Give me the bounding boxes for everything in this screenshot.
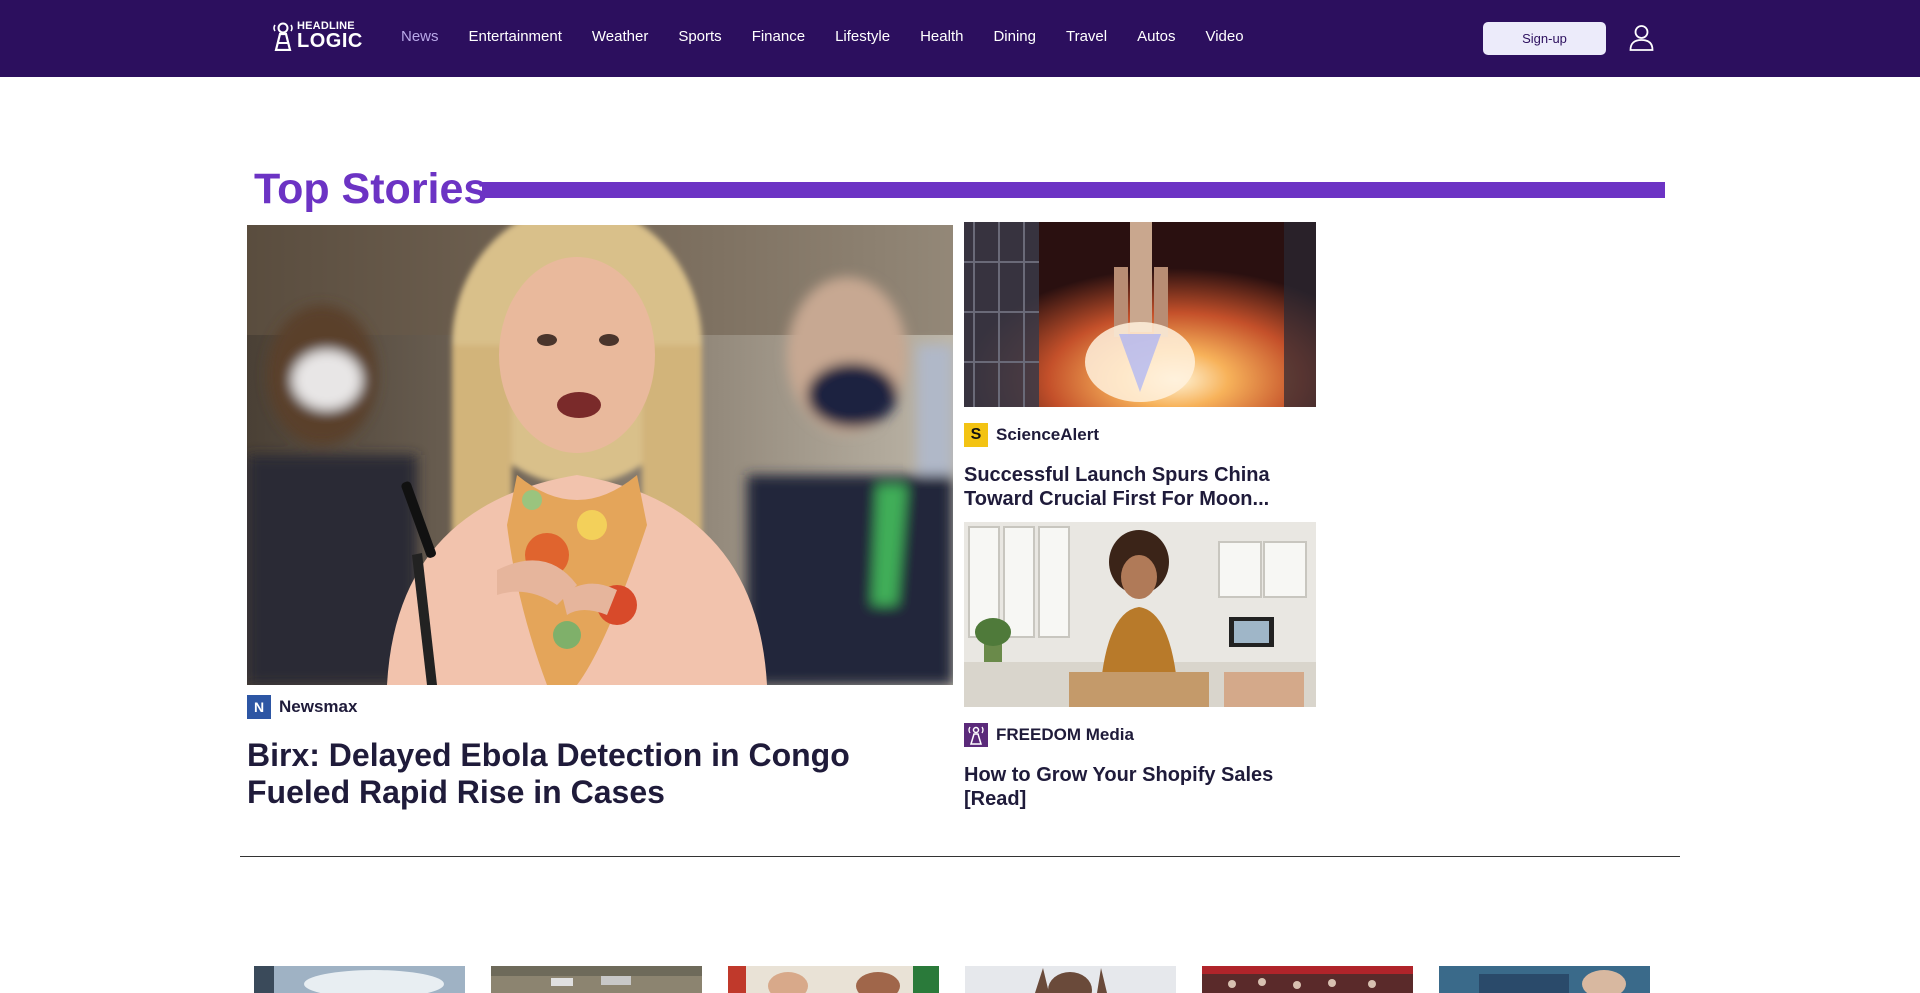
logo-text: HEADLINE LOGIC	[297, 21, 363, 52]
rocket-launch-photo	[964, 222, 1316, 407]
thumbnail-image	[1202, 966, 1413, 993]
story-thumbnail-3[interactable]	[728, 966, 939, 993]
section-divider	[240, 856, 1680, 857]
main-story-source-name: Newsmax	[279, 697, 358, 716]
nav-item-autos[interactable]: Autos	[1137, 28, 1175, 45]
nav-item-travel[interactable]: Travel	[1066, 28, 1107, 45]
story-thumbnail-2[interactable]	[491, 966, 702, 993]
lighthouse-icon	[273, 22, 293, 51]
nav-item-dining[interactable]: Dining	[993, 28, 1036, 45]
headline-logic-logo[interactable]: HEADLINE LOGIC	[272, 20, 363, 52]
thumbnail-image	[1439, 966, 1650, 993]
side-story-1-source-name: ScienceAlert	[996, 425, 1099, 444]
user-icon[interactable]	[1629, 24, 1654, 51]
thumbnail-image	[491, 966, 702, 993]
story-thumbnail-1[interactable]	[254, 966, 465, 993]
woman-packing-photo	[964, 522, 1316, 707]
side-story-1-headline[interactable]: Successful Launch Spurs China Toward Cru…	[964, 463, 1314, 511]
story-thumbnail-6[interactable]	[1439, 966, 1650, 993]
nav-item-video[interactable]: Video	[1205, 28, 1243, 45]
side-story-2-image[interactable]	[964, 522, 1316, 707]
main-story-headline[interactable]: Birx: Delayed Ebola Detection in Congo F…	[247, 737, 947, 811]
nav-item-health[interactable]: Health	[920, 28, 963, 45]
signup-button[interactable]: Sign-up	[1483, 22, 1606, 55]
thumbnail-image	[254, 966, 465, 993]
nav-item-sports[interactable]: Sports	[678, 28, 721, 45]
side-story-2-source[interactable]: FREEDOM Media	[964, 723, 1134, 747]
sciencealert-logo: S	[964, 423, 988, 447]
nav-item-finance[interactable]: Finance	[752, 28, 805, 45]
nav-item-news[interactable]: News	[401, 28, 439, 45]
nav-item-entertainment[interactable]: Entertainment	[469, 28, 562, 45]
section-title-top-stories: Top Stories	[254, 165, 488, 213]
newsmax-logo: N	[247, 695, 271, 719]
main-story-source[interactable]: N Newsmax	[247, 695, 357, 719]
story-thumbnail-5[interactable]	[1202, 966, 1413, 993]
tower-icon	[968, 726, 984, 745]
side-story-2-headline[interactable]: How to Grow Your Shopify Sales [Read]	[964, 763, 1314, 811]
main-story-image[interactable]	[247, 225, 953, 685]
section-title-bar	[482, 182, 1665, 198]
story-thumbnail-4[interactable]	[965, 966, 1176, 993]
side-story-2-source-name: FREEDOM Media	[996, 725, 1134, 744]
freedom-media-logo	[964, 723, 988, 747]
nav-item-weather[interactable]: Weather	[592, 28, 648, 45]
side-story-1-source[interactable]: S ScienceAlert	[964, 423, 1099, 447]
main-nav: News Entertainment Weather Sports Financ…	[401, 28, 1274, 45]
side-story-1-image[interactable]	[964, 222, 1316, 407]
nav-item-lifestyle[interactable]: Lifestyle	[835, 28, 890, 45]
thumbnail-image	[965, 966, 1176, 993]
main-story-photo	[247, 225, 953, 685]
top-navigation-bar: HEADLINE LOGIC News Entertainment Weathe…	[0, 0, 1920, 77]
logo-line-2: LOGIC	[297, 30, 363, 52]
thumbnail-image	[728, 966, 939, 993]
